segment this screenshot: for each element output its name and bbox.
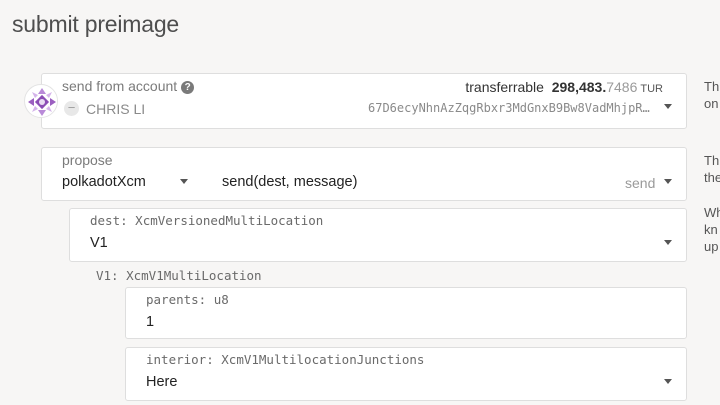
propose-help-text: Th the: [704, 153, 720, 185]
propose-label: propose: [62, 152, 113, 168]
parents-label: parents: u8: [146, 292, 229, 307]
v1-label: V1: XcmV1MultiLocation: [96, 268, 262, 283]
dest-label-name: dest:: [90, 213, 128, 228]
interior-value: Here: [146, 374, 178, 390]
parents-label-name: parents:: [146, 292, 207, 307]
interior-dropdown-icon[interactable]: [664, 379, 672, 384]
dest-label: dest: XcmVersionedMultiLocation: [90, 213, 323, 228]
method-select[interactable]: send(dest, message): [222, 174, 357, 190]
transferrable-balance: transferrable 298,483.7486 TUR: [465, 79, 663, 95]
page-title: submit preimage: [12, 11, 180, 37]
account-dropdown-icon[interactable]: [664, 104, 672, 109]
dest-value: V1: [90, 235, 108, 251]
account-label: send from account?: [62, 78, 195, 94]
interior-label: interior: XcmV1MultilocationJunctions: [146, 352, 424, 367]
help-icon[interactable]: ?: [181, 81, 195, 94]
pallet-select[interactable]: polkadotXcm: [62, 174, 146, 190]
account-address: 67D6ecyNhnAzZqgRbxr3MdGnxB9Bw8VadMhjpRUm…: [368, 101, 656, 115]
balance-decimal: 7486: [606, 79, 638, 95]
transferrable-label: transferrable: [465, 79, 544, 95]
pallet-dropdown-icon[interactable]: [180, 179, 188, 184]
parents-value[interactable]: 1: [146, 314, 154, 330]
v1-label-type: XcmV1MultiLocation: [126, 268, 262, 283]
account-avatar[interactable]: [24, 84, 58, 118]
remove-icon[interactable]: −: [64, 101, 79, 116]
v1-label-name: V1:: [96, 268, 119, 283]
method-tag: send: [625, 175, 656, 191]
account-label-text: send from account: [62, 78, 178, 94]
dest-dropdown-icon[interactable]: [664, 240, 672, 245]
method-dropdown-icon[interactable]: [664, 179, 672, 184]
dest-help-text: Wh kn up: [704, 205, 720, 254]
parents-label-type: u8: [213, 292, 229, 307]
balance-whole: 298,483.: [551, 79, 607, 95]
balance-unit: TUR: [640, 83, 663, 95]
interior-label-name: interior:: [146, 352, 214, 367]
dest-label-type: XcmVersionedMultiLocation: [135, 213, 324, 228]
interior-label-type: XcmV1MultilocationJunctions: [221, 352, 425, 367]
account-help-text: Th on: [704, 79, 720, 111]
account-name: CHRIS LI: [86, 101, 146, 117]
